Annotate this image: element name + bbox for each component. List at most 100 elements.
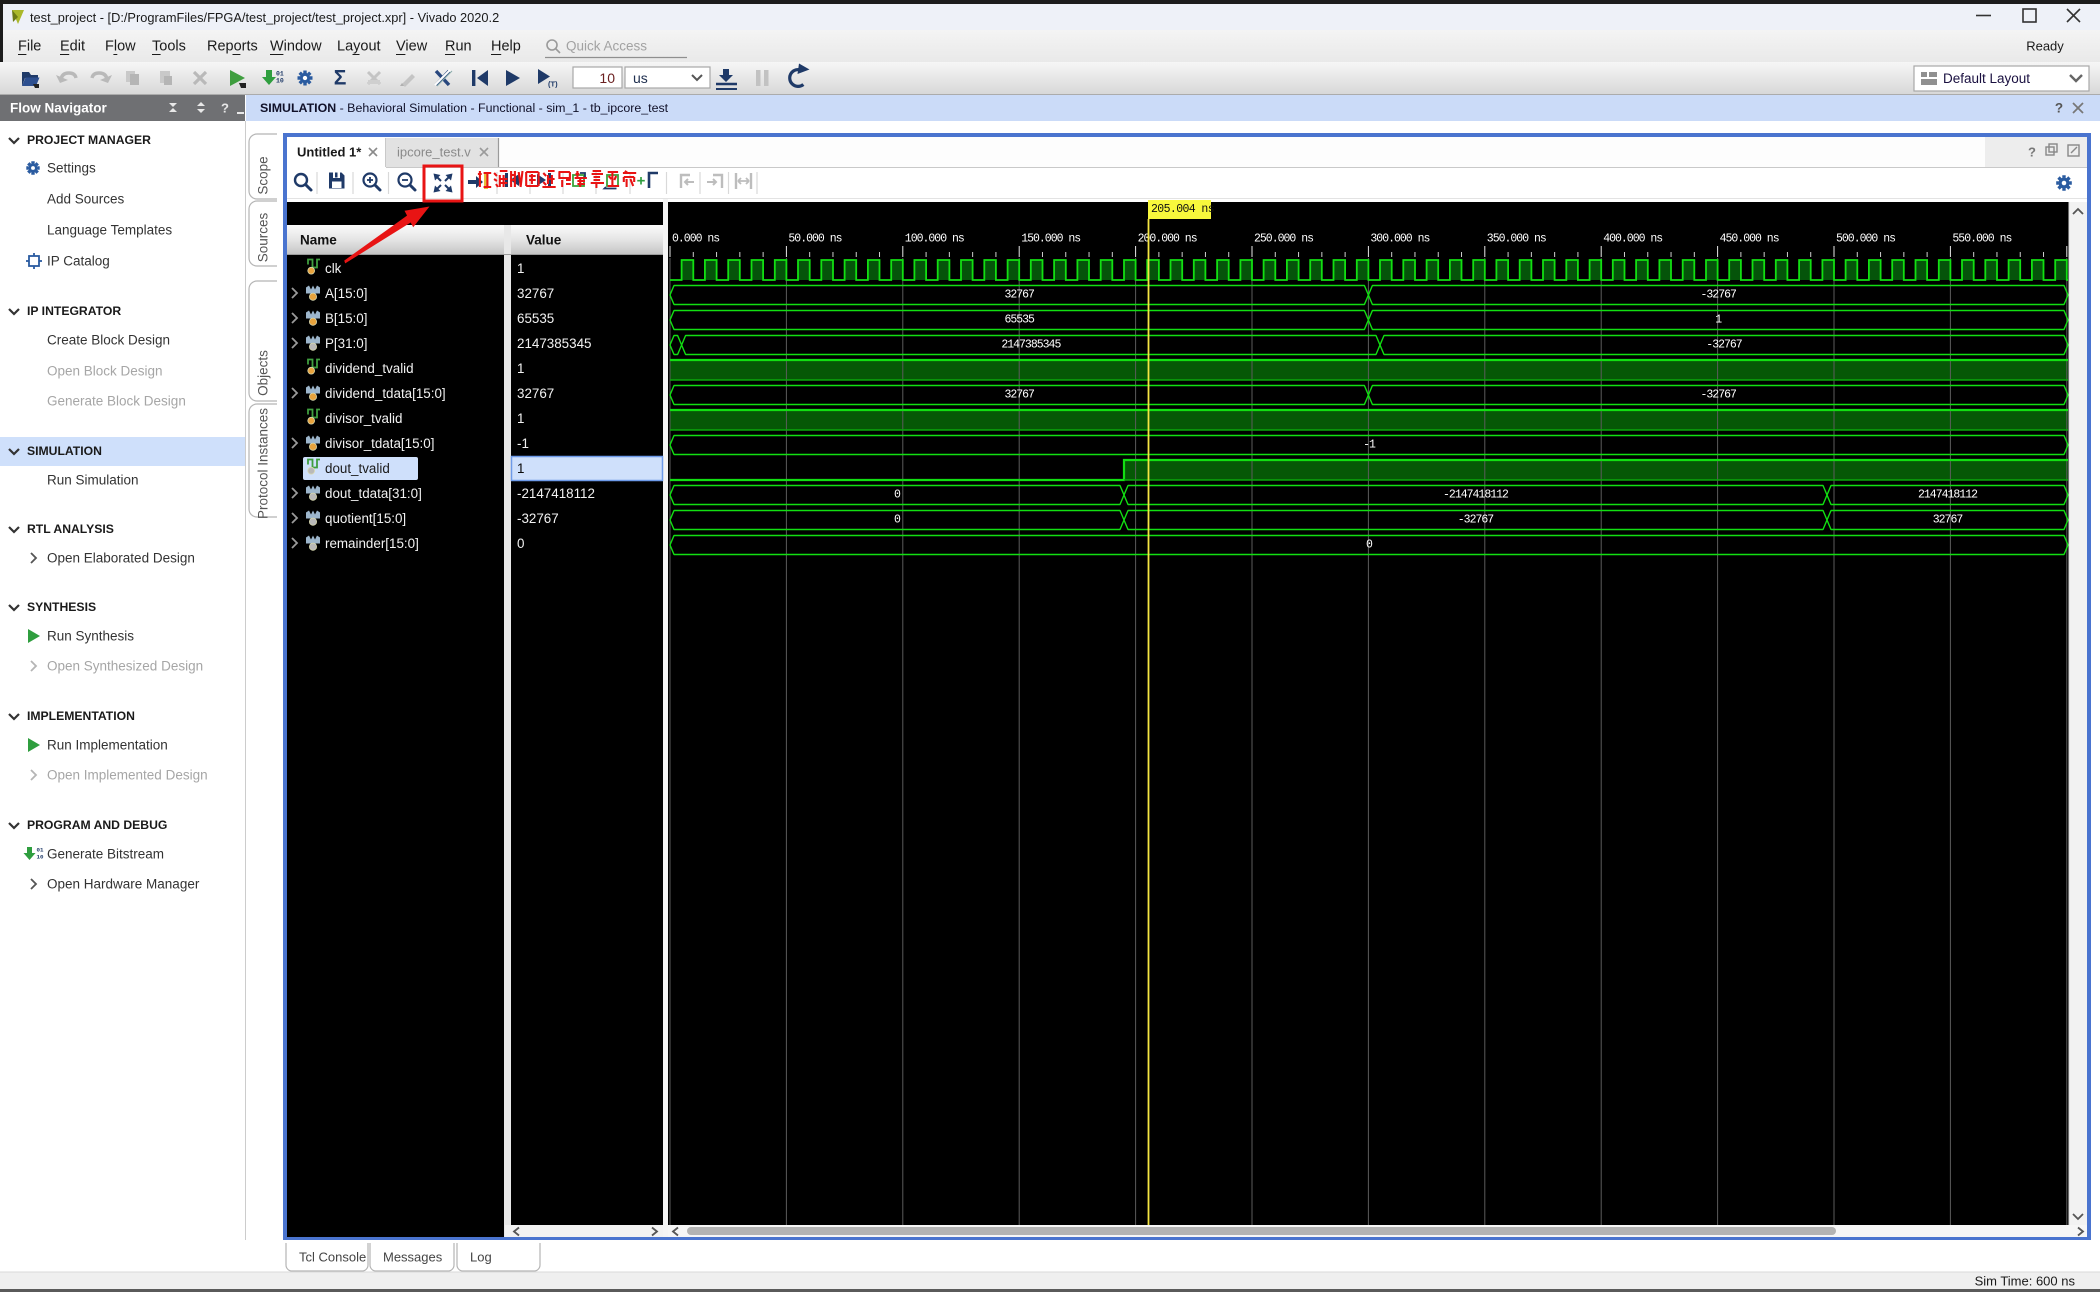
svg-text:Scope: Scope <box>256 156 271 194</box>
svg-text:PROGRAM AND DEBUG: PROGRAM AND DEBUG <box>27 818 167 832</box>
svg-text:dout_tdata[31:0]: dout_tdata[31:0] <box>325 486 422 501</box>
svg-text:clk: clk <box>325 261 342 276</box>
svg-text:Reports: Reports <box>207 39 258 55</box>
svg-text:dout_tvalid: dout_tvalid <box>325 461 390 476</box>
svg-text:Generate Bitstream: Generate Bitstream <box>47 847 164 862</box>
svg-text:Add Sources: Add Sources <box>47 192 125 207</box>
svg-text:Quick Access: Quick Access <box>566 39 647 54</box>
svg-text:Flow Navigator: Flow Navigator <box>10 101 108 116</box>
svg-text:150.000 ns: 150.000 ns <box>1021 233 1080 246</box>
svg-text:divisor_tdata[15:0]: divisor_tdata[15:0] <box>325 436 434 451</box>
svg-text:Open Elaborated Design: Open Elaborated Design <box>47 551 195 566</box>
svg-text:(T): (T) <box>548 80 558 89</box>
svg-text:Run Simulation: Run Simulation <box>47 473 139 488</box>
svg-text:Edit: Edit <box>60 39 85 55</box>
svg-text:1: 1 <box>517 411 524 426</box>
svg-text:300.000 ns: 300.000 ns <box>1370 233 1429 246</box>
svg-text:SYNTHESIS: SYNTHESIS <box>27 600 96 614</box>
svg-text:32767: 32767 <box>517 386 554 401</box>
svg-text:Value: Value <box>526 233 562 248</box>
svg-text:2147418112: 2147418112 <box>1918 489 1978 502</box>
svg-text:10: 10 <box>599 70 615 86</box>
svg-text:-32767: -32767 <box>1706 339 1742 352</box>
svg-text:Ready: Ready <box>2026 39 2064 54</box>
svg-text:divisor_tvalid: divisor_tvalid <box>325 411 402 426</box>
svg-text:Generate Block Design: Generate Block Design <box>47 394 186 409</box>
svg-text:Log: Log <box>470 1250 492 1265</box>
svg-text:test_project - [D:/ProgramFile: test_project - [D:/ProgramFiles/FPGA/tes… <box>30 10 499 25</box>
svg-text:Messages: Messages <box>383 1250 443 1265</box>
svg-text:400.000 ns: 400.000 ns <box>1603 233 1662 246</box>
svg-text:1: 1 <box>517 361 524 376</box>
svg-text:Open Hardware Manager: Open Hardware Manager <box>47 877 200 892</box>
svg-text:10: 10 <box>276 78 284 85</box>
svg-text:Objects: Objects <box>256 350 271 396</box>
svg-text:remainder[15:0]: remainder[15:0] <box>325 536 419 551</box>
svg-text:Layout: Layout <box>337 39 381 55</box>
svg-text:Untitled 1*: Untitled 1* <box>297 145 362 160</box>
svg-text:B[15:0]: B[15:0] <box>325 311 367 326</box>
svg-text:us: us <box>633 70 648 86</box>
svg-text:P[31:0]: P[31:0] <box>325 336 367 351</box>
svg-text:250.000 ns: 250.000 ns <box>1254 233 1313 246</box>
svg-text:Open Implemented Design: Open Implemented Design <box>47 768 208 783</box>
svg-text:32767: 32767 <box>1933 514 1963 527</box>
svg-text:1: 1 <box>517 261 524 276</box>
svg-text:?: ? <box>221 101 229 116</box>
svg-text:Open Synthesized Design: Open Synthesized Design <box>47 659 203 674</box>
svg-text:IP INTEGRATOR: IP INTEGRATOR <box>27 304 121 318</box>
svg-text:dividend_tvalid: dividend_tvalid <box>325 361 414 376</box>
svg-text:Settings: Settings <box>47 161 96 176</box>
svg-text:Create Block Design: Create Block Design <box>47 333 170 348</box>
svg-text:Sources: Sources <box>256 212 271 262</box>
svg-text:01: 01 <box>276 71 284 78</box>
svg-text:65535: 65535 <box>517 311 554 326</box>
svg-text:?: ? <box>2028 145 2036 160</box>
svg-text:Run Synthesis: Run Synthesis <box>47 629 134 644</box>
svg-text:205.004 ns: 205.004 ns <box>1151 203 1214 216</box>
svg-text:Default Layout: Default Layout <box>1943 71 2030 86</box>
svg-text:?: ? <box>2055 101 2063 116</box>
svg-text:ipcore_test.v: ipcore_test.v <box>397 145 471 160</box>
svg-text:-2147418112: -2147418112 <box>517 486 595 501</box>
svg-text:550.000 ns: 550.000 ns <box>1952 233 2011 246</box>
svg-text:0: 0 <box>517 536 524 551</box>
svg-text:SIMULATION - Behavioral Simula: SIMULATION - Behavioral Simulation - Fun… <box>260 101 669 115</box>
svg-text:Run Implementation: Run Implementation <box>47 738 168 753</box>
svg-text:View: View <box>396 39 428 55</box>
svg-text:350.000 ns: 350.000 ns <box>1487 233 1546 246</box>
svg-text:1: 1 <box>517 461 524 476</box>
svg-text:+: + <box>637 173 646 190</box>
svg-text:0.000 ns: 0.000 ns <box>672 233 719 246</box>
svg-text:2147385345: 2147385345 <box>517 336 591 351</box>
svg-text:Tools: Tools <box>152 39 186 55</box>
svg-text:Open Block Design: Open Block Design <box>47 364 163 379</box>
svg-text:Language Templates: Language Templates <box>47 223 172 238</box>
svg-text:10: 10 <box>37 854 44 861</box>
svg-text:Run: Run <box>445 39 472 55</box>
svg-text:-1: -1 <box>1363 439 1376 452</box>
svg-text:65535: 65535 <box>1004 314 1035 327</box>
svg-text:32767: 32767 <box>517 286 554 301</box>
svg-text:dividend_tdata[15:0]: dividend_tdata[15:0] <box>325 386 446 401</box>
svg-text:-32767: -32767 <box>517 511 559 526</box>
svg-text:-32767: -32767 <box>1700 389 1736 402</box>
svg-text:-2147418112: -2147418112 <box>1443 489 1509 502</box>
svg-text:IP Catalog: IP Catalog <box>47 254 110 269</box>
svg-text:Flow: Flow <box>105 39 136 55</box>
svg-text:PROJECT MANAGER: PROJECT MANAGER <box>27 133 151 147</box>
svg-text:32767: 32767 <box>1004 289 1034 302</box>
svg-text:Name: Name <box>300 233 337 248</box>
svg-text:Sim Time: 600 ns: Sim Time: 600 ns <box>1975 1274 2076 1289</box>
svg-text:IMPLEMENTATION: IMPLEMENTATION <box>27 709 135 723</box>
svg-text:-32767: -32767 <box>1458 514 1494 527</box>
svg-text:Help: Help <box>491 39 521 55</box>
svg-text:50.000 ns: 50.000 ns <box>788 233 841 246</box>
svg-text:Protocol Instances: Protocol Instances <box>256 408 271 519</box>
svg-text:2147385345: 2147385345 <box>1001 339 1061 352</box>
svg-text:450.000 ns: 450.000 ns <box>1720 233 1779 246</box>
svg-text:RTL ANALYSIS: RTL ANALYSIS <box>27 522 114 536</box>
svg-text:500.000 ns: 500.000 ns <box>1836 233 1895 246</box>
svg-text:100.000 ns: 100.000 ns <box>905 233 964 246</box>
svg-text:SIMULATION: SIMULATION <box>27 444 102 458</box>
